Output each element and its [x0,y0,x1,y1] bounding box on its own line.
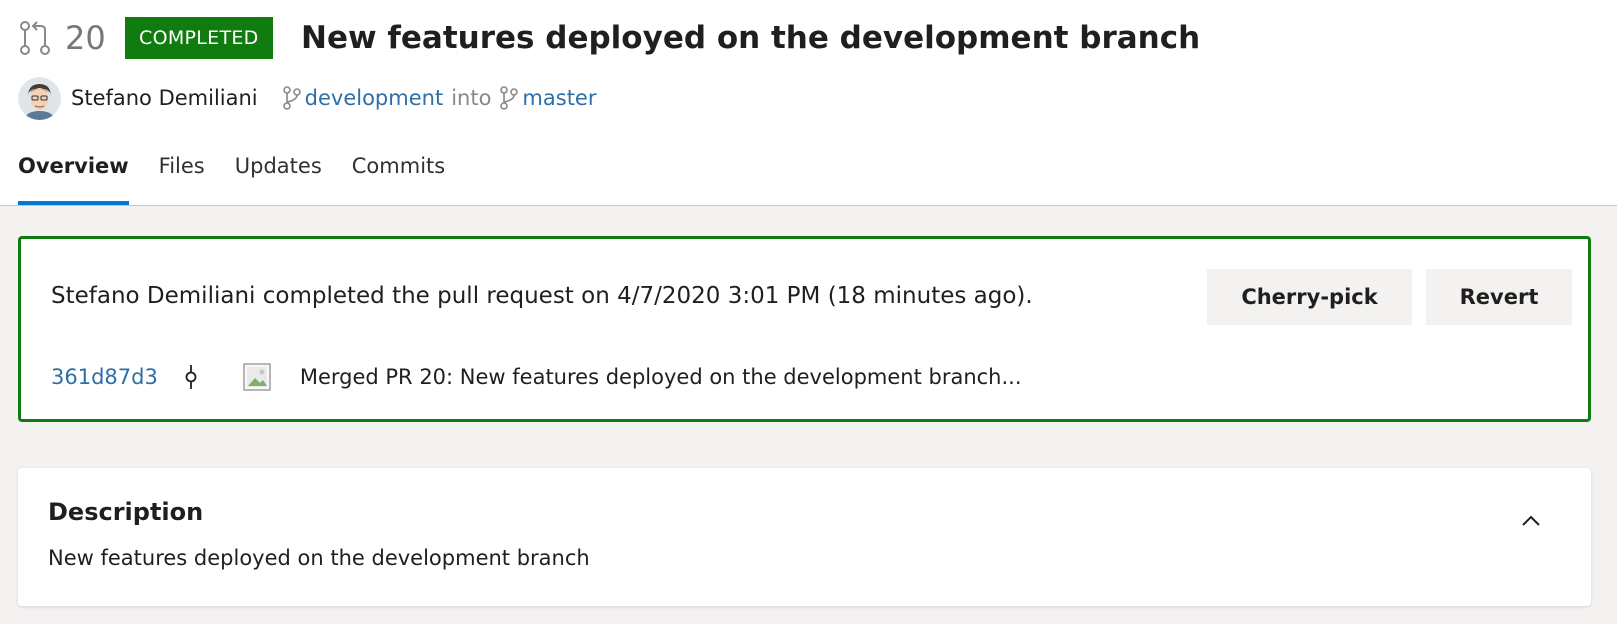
pr-header: 20 COMPLETED New features deployed on th… [0,0,1617,206]
tab-bar: Overview Files Updates Commits [18,144,475,205]
pr-meta: Stefano Demiliani development into maste… [18,76,596,120]
completion-message: Stefano Demiliani completed the pull req… [51,283,1033,309]
tab-commits[interactable]: Commits [352,144,445,205]
cherry-pick-button[interactable]: Cherry-pick [1207,269,1412,325]
overview-content: Stefano Demiliani completed the pull req… [0,206,1617,624]
branch-icon [282,86,301,110]
description-title: Description [48,498,204,526]
avatar[interactable] [18,76,61,120]
merge-commit-row: 361d87d3 Merged PR 20: New features depl… [51,359,1022,395]
pr-number: 20 [65,19,106,57]
tab-files[interactable]: Files [159,144,205,205]
description-text: New features deployed on the development… [48,546,590,570]
completion-card: Stefano Demiliani completed the pull req… [18,236,1591,422]
description-card: Description New features deployed on the… [18,468,1591,606]
tab-overview[interactable]: Overview [18,144,129,205]
commit-icon [185,365,197,389]
tab-updates[interactable]: Updates [235,144,322,205]
branch-icon [500,86,519,110]
pull-request-icon [20,21,50,55]
page-title: New features deployed on the development… [301,20,1201,56]
commit-id-link[interactable]: 361d87d3 [51,365,158,389]
source-branch-link[interactable]: development [305,86,444,110]
into-label: into [451,86,492,110]
commit-message: Merged PR 20: New features deployed on t… [299,365,1022,389]
chevron-up-icon[interactable] [1518,508,1544,534]
author-name: Stefano Demiliani [71,86,258,110]
revert-button[interactable]: Revert [1426,269,1572,325]
target-branch-link[interactable]: master [522,86,596,110]
commit-author-avatar [243,363,271,391]
status-badge: COMPLETED [125,17,273,59]
